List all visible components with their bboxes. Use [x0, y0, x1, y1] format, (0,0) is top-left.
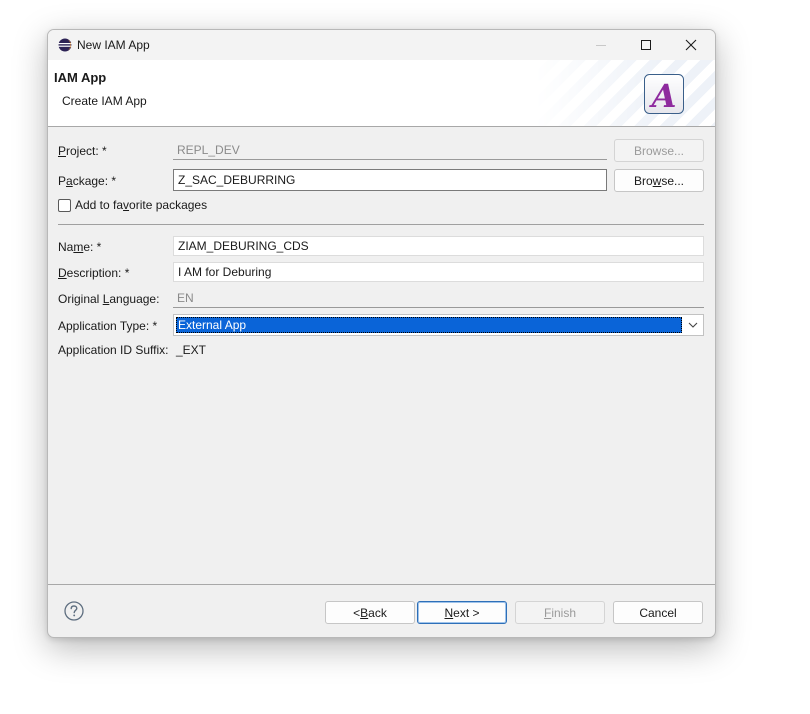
wizard-page-description: Create IAM App	[62, 94, 147, 108]
eclipse-icon	[58, 38, 72, 52]
logo-letter: A	[649, 77, 677, 114]
name-label: Name: *	[58, 240, 102, 254]
description-label: Description: *	[58, 266, 130, 280]
new-iam-app-dialog: New IAM App IAM App Create IAM App A Pro…	[47, 29, 716, 638]
application-type-selected-value: External App	[176, 317, 682, 333]
add-to-favorites-checkbox[interactable]	[58, 198, 71, 212]
footer-separator	[48, 584, 715, 585]
description-field[interactable]	[173, 262, 704, 282]
minimize-button[interactable]	[579, 30, 623, 60]
maximize-icon	[641, 40, 651, 50]
application-id-suffix-value: _EXT	[176, 343, 207, 357]
iam-app-logo-icon: A	[644, 74, 684, 114]
wizard-banner: IAM App Create IAM App A	[48, 60, 715, 127]
original-language-label: Original Language:	[58, 292, 160, 306]
package-label: Package: *	[58, 174, 117, 188]
cancel-button[interactable]: Cancel	[613, 601, 703, 624]
package-field[interactable]	[173, 169, 607, 191]
application-id-suffix-label: Application ID Suffix:	[58, 343, 169, 357]
window-title: New IAM App	[77, 38, 150, 52]
back-button[interactable]: < Back	[325, 601, 415, 624]
chevron-down-icon[interactable]	[686, 318, 700, 332]
project-browse-button[interactable]: Browse...	[614, 139, 704, 162]
next-button[interactable]: Next >	[417, 601, 507, 624]
original-language-field[interactable]	[173, 288, 704, 308]
project-field[interactable]	[173, 140, 607, 160]
project-label: Project: *	[58, 144, 107, 158]
application-type-label: Application Type: *	[58, 319, 158, 333]
application-type-select[interactable]: External App	[173, 314, 704, 336]
add-to-favorites-label: Add to favorite packages	[75, 198, 208, 212]
name-field[interactable]	[173, 236, 704, 256]
package-browse-button[interactable]: Bro w se...	[614, 169, 704, 192]
close-button[interactable]	[669, 30, 713, 60]
finish-button[interactable]: Finish	[515, 601, 605, 624]
close-icon	[685, 39, 697, 51]
minimize-icon	[596, 45, 606, 46]
title-bar[interactable]: New IAM App	[48, 30, 715, 60]
add-to-favorites-option[interactable]: Add to favorite packages	[58, 198, 207, 212]
banner-decoration	[535, 60, 715, 126]
help-icon[interactable]	[64, 601, 84, 621]
wizard-page-title: IAM App	[54, 70, 107, 85]
maximize-button[interactable]	[624, 30, 668, 60]
form-separator	[58, 224, 704, 225]
